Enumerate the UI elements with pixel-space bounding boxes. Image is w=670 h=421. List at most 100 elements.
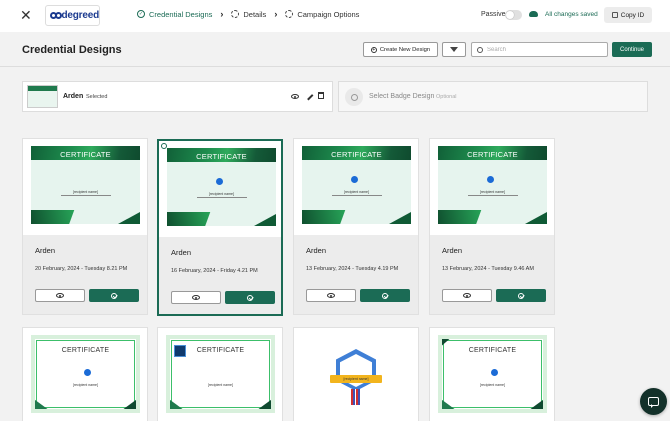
page-title: Credential Designs xyxy=(22,44,122,56)
org-logo-icon xyxy=(487,176,494,183)
select-button[interactable] xyxy=(225,291,275,304)
trash-icon[interactable] xyxy=(318,92,324,99)
design-name: Arden xyxy=(35,246,56,255)
brand-mark-icon xyxy=(50,11,62,20)
cloud-icon xyxy=(529,11,538,17)
top-bar: ✕ degreed ✓ Credential Designs › Details… xyxy=(0,0,670,32)
selected-status: Selected xyxy=(86,94,108,100)
org-logo-icon xyxy=(491,369,498,376)
org-logo-icon xyxy=(351,176,358,183)
preview-button[interactable] xyxy=(35,289,85,302)
eye-icon xyxy=(56,293,64,298)
badge-preview: [recipient name] xyxy=(330,345,382,407)
check-circle-icon xyxy=(382,292,388,299)
certificate-preview: CERTIFICATE [recipient name] xyxy=(31,146,140,224)
chevron-right-icon: › xyxy=(274,9,278,19)
selected-indicator-icon xyxy=(161,143,167,149)
preview-button[interactable] xyxy=(306,289,356,302)
design-preview: [recipient name] xyxy=(294,328,418,421)
design-preview: CERTIFICATE [recipient name] xyxy=(430,139,554,235)
design-card[interactable]: CERTIFICATE [recipient name] Arden 13 Fe… xyxy=(293,138,419,315)
certificate-preview: CERTIFICATE [recipient name] xyxy=(167,148,276,226)
design-preview: CERTIFICATE [recipient name] xyxy=(159,141,281,237)
step-campaign-options[interactable]: Campaign Options xyxy=(285,10,359,19)
recipient-name: [recipient name] xyxy=(480,383,505,387)
design-card-selected[interactable]: CERTIFICATE [recipient name] Arden 16 Fe… xyxy=(157,139,283,316)
recipient-name: [recipient name] xyxy=(344,190,369,194)
certificate-preview: CERTIFICATE [recipient name] xyxy=(31,335,140,413)
design-preview: CERTIFICATE [recipient name] xyxy=(23,328,147,421)
org-logo-icon xyxy=(84,369,91,376)
page-header: Credential Designs + Create New Design C… xyxy=(0,32,670,67)
step-details[interactable]: Details xyxy=(231,10,266,19)
filter-button[interactable] xyxy=(442,42,466,57)
chat-button[interactable] xyxy=(640,388,667,415)
select-button[interactable] xyxy=(496,289,546,302)
eye-icon xyxy=(463,293,471,298)
recipient-name: [recipient name] xyxy=(209,192,234,196)
design-date: 20 February, 2024 - Tuesday 8.21 PM xyxy=(35,266,128,272)
design-preview: CERTIFICATE [recipient name] xyxy=(294,139,418,235)
select-button[interactable] xyxy=(360,289,410,302)
eye-icon[interactable] xyxy=(291,94,299,99)
badge-optional: Optional xyxy=(436,94,457,100)
search-icon xyxy=(477,46,483,53)
selected-design-card: Arden Selected xyxy=(22,81,333,112)
recipient-name: [recipient name] xyxy=(73,190,98,194)
step-label: Details xyxy=(243,9,267,19)
certificate-title: CERTIFICATE xyxy=(61,347,110,354)
selected-design-name: Arden xyxy=(63,93,84,100)
filter-icon xyxy=(450,47,458,52)
certificate-title: CERTIFICATE xyxy=(467,150,518,159)
org-logo-icon xyxy=(216,178,223,185)
design-preview: CERTIFICATE [recipient name] xyxy=(158,328,282,421)
select-button[interactable] xyxy=(89,289,139,302)
ribbon-icon xyxy=(351,389,361,405)
create-new-design-button[interactable]: + Create New Design xyxy=(363,42,438,57)
design-card[interactable]: [recipient name] xyxy=(293,327,419,421)
recipient-name: [recipient name] xyxy=(480,190,505,194)
search-input[interactable] xyxy=(487,46,597,53)
recipient-name: [recipient name] xyxy=(73,383,98,387)
design-card[interactable]: CERTIFICATE [recipient name] xyxy=(429,327,555,421)
copy-icon xyxy=(611,12,618,18)
step-credential-designs[interactable]: ✓ Credential Designs xyxy=(137,10,212,19)
design-card[interactable]: CERTIFICATE [recipient name] Arden 20 Fe… xyxy=(22,138,148,315)
step-label: Campaign Options xyxy=(297,9,360,19)
eye-icon xyxy=(192,295,200,300)
passive-label: Passive xyxy=(481,11,506,18)
create-label: Create New Design xyxy=(379,46,431,53)
certificate-title: CERTIFICATE xyxy=(196,347,245,354)
design-name: Arden xyxy=(171,248,192,257)
design-card[interactable]: CERTIFICATE [recipient name] Arden 13 Fe… xyxy=(429,138,555,315)
check-circle-icon xyxy=(111,292,117,299)
continue-button[interactable]: Continue xyxy=(612,42,652,57)
certificate-title: CERTIFICATE xyxy=(468,347,517,354)
brand-name: degreed xyxy=(61,10,99,21)
search-box xyxy=(471,42,608,57)
design-name: Arden xyxy=(442,246,463,255)
check-circle-icon xyxy=(247,294,253,301)
certificate-title: CERTIFICATE xyxy=(196,152,247,161)
design-date: 13 February, 2024 - Tuesday 9.46 AM xyxy=(442,266,534,272)
selected-design-actions xyxy=(291,90,324,101)
design-card[interactable]: CERTIFICATE [recipient name] xyxy=(22,327,148,421)
brand-logo: degreed xyxy=(45,5,100,26)
preview-button[interactable] xyxy=(171,291,221,304)
design-card[interactable]: CERTIFICATE [recipient name] xyxy=(157,327,283,421)
preview-button[interactable] xyxy=(442,289,492,302)
design-name: Arden xyxy=(306,246,327,255)
certificate-preview: CERTIFICATE [recipient name] xyxy=(166,335,275,413)
design-preview: CERTIFICATE [recipient name] xyxy=(430,328,554,421)
pencil-icon[interactable] xyxy=(303,90,314,101)
plus-circle-icon: + xyxy=(370,46,377,53)
selected-design-thumbnail xyxy=(27,85,58,108)
save-status: All changes saved xyxy=(545,11,598,18)
certificate-title: CERTIFICATE xyxy=(331,150,382,159)
passive-toggle[interactable] xyxy=(505,10,522,20)
copy-id-button[interactable]: Copy ID xyxy=(604,7,652,23)
close-icon[interactable]: ✕ xyxy=(20,8,34,22)
chevron-right-icon: › xyxy=(220,9,224,19)
badge-label: Select Badge Design xyxy=(369,93,435,100)
select-badge-design-card[interactable]: Select Badge Design Optional xyxy=(338,81,648,112)
